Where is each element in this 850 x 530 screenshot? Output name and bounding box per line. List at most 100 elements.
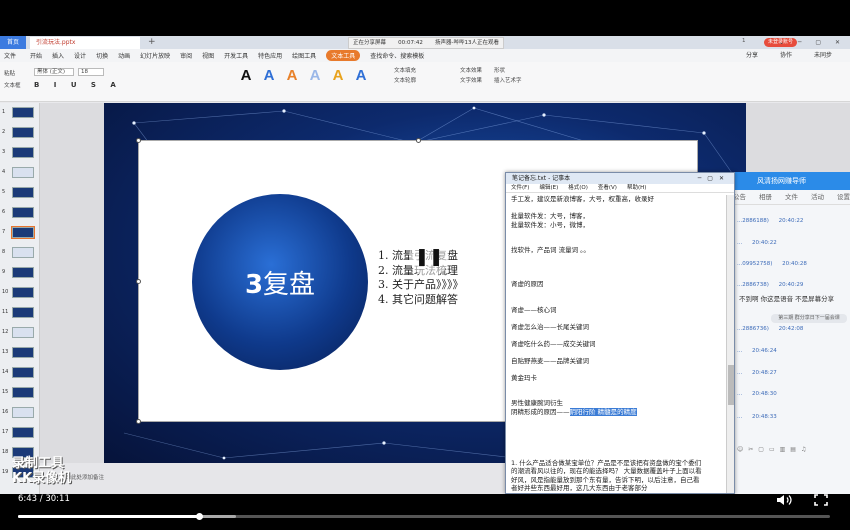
selected-text[interactable]: 阴阳行阶 精髓是的精度 <box>569 407 637 416</box>
slide-thumbnail[interactable] <box>12 287 34 298</box>
notepad-scrollbar[interactable] <box>726 195 734 493</box>
notepad-menu-item[interactable]: 格式(O) <box>568 184 588 192</box>
share-viewers[interactable]: 扬声器-哔哔13人正在观看 <box>435 38 499 48</box>
menu-item[interactable]: 开始 <box>30 51 42 60</box>
search-commands[interactable]: 查找命令、搜索模板 <box>370 51 424 60</box>
chat-user[interactable]: ... <box>737 348 742 354</box>
slide-thumbnail[interactable] <box>12 367 34 378</box>
slide-thumbnail[interactable] <box>12 387 34 398</box>
notepad-line: 肾虚怎么治——长尾关键词 <box>511 322 589 331</box>
text-style-preset[interactable]: A <box>309 67 321 84</box>
text-style-preset[interactable]: A <box>286 67 298 84</box>
share-button[interactable]: 分享 <box>746 49 758 62</box>
chat-user[interactable]: ... <box>737 370 742 376</box>
slide-thumbnail-panel[interactable]: 1 2 3 4 5 6 7 8 9 10 11 12 13 14 15 16 17 18 19 <box>0 103 40 494</box>
menu-item[interactable]: 审阅 <box>180 51 192 60</box>
notepad-menu-item[interactable]: 查看(V) <box>598 184 617 192</box>
fullscreen-icon[interactable] <box>814 494 828 506</box>
slide-thumbnail[interactable] <box>12 267 34 278</box>
tab-album[interactable]: 相册 <box>759 190 772 204</box>
text-effect-button[interactable]: 文本效果 <box>460 66 482 76</box>
tab-document[interactable]: 引流玩法.pptx <box>30 37 140 49</box>
seek-knob[interactable] <box>195 513 203 520</box>
pause-icon[interactable]: ❚❚ <box>409 237 449 277</box>
word-effect-button[interactable]: 文字效果 <box>460 76 482 86</box>
slide-thumbnail[interactable] <box>11 226 35 239</box>
menu-file[interactable]: 文件 <box>4 51 16 60</box>
tab-home[interactable]: 首页 <box>0 36 26 49</box>
text-style-preset[interactable]: A <box>263 67 275 84</box>
resize-handle[interactable] <box>136 419 141 424</box>
font-name-select[interactable]: 黑体 (正文) <box>34 68 74 76</box>
menu-item-active[interactable]: 文本工具 <box>326 50 361 61</box>
slide-thumbnail[interactable] <box>12 107 34 118</box>
paste-button[interactable]: 粘贴 <box>4 68 21 80</box>
slide-thumbnail[interactable] <box>12 307 34 318</box>
slide-thumbnail[interactable] <box>12 147 34 158</box>
chat-user[interactable]: ...2886736) <box>737 326 769 332</box>
notepad-line: 手工发，建议是新浪博客，大号，权重高，收录好 <box>511 195 654 203</box>
resize-handle[interactable] <box>136 138 141 143</box>
notepad-line <box>511 289 723 298</box>
menu-item[interactable]: 开发工具 <box>224 51 248 60</box>
sync-status[interactable]: 未同步 <box>814 49 832 62</box>
menu-item[interactable]: 动画 <box>118 51 130 60</box>
shape-button[interactable]: 形状 <box>494 66 522 76</box>
menu-item[interactable]: 绘图工具 <box>292 51 316 60</box>
menu-item[interactable]: 设计 <box>74 51 86 60</box>
tab-settings[interactable]: 设置 <box>837 190 850 204</box>
chat-input-toolbar[interactable]: ☺✂▢▭▥▤♫ <box>737 446 811 453</box>
seek-bar[interactable] <box>18 513 830 520</box>
video-controls: 6:43 / 30:11 <box>0 494 850 530</box>
text-outline-button[interactable]: 文本轮廓 <box>394 76 416 86</box>
text-style-preset[interactable]: A <box>240 67 252 84</box>
text-style-preset[interactable]: A <box>332 67 344 84</box>
tab-files[interactable]: 文件 <box>785 190 798 204</box>
window-controls[interactable]: ─▢✕ <box>698 173 730 184</box>
slide-thumbnail-number: 4 <box>2 169 6 175</box>
slide-thumbnail[interactable] <box>12 187 34 198</box>
wordart-button[interactable]: 插入艺术字 <box>494 76 522 86</box>
slide-thumbnail[interactable] <box>12 407 34 418</box>
text-style-preset[interactable]: A <box>355 67 367 84</box>
notepad-menu-item[interactable]: 编辑(E) <box>539 184 558 192</box>
slide-thumbnail[interactable] <box>12 167 34 178</box>
slide-thumbnail[interactable] <box>12 127 34 138</box>
volume-icon[interactable] <box>776 494 792 506</box>
chat-user[interactable]: ...2886738) <box>737 282 769 288</box>
new-tab-button[interactable]: + <box>148 36 156 49</box>
textbox-button[interactable]: 文本框 <box>4 80 21 92</box>
slide-thumbnail-number: 6 <box>2 209 6 215</box>
notepad-menu-item[interactable]: 文件(F) <box>511 184 529 192</box>
chat-user[interactable]: ...2886188) <box>737 218 769 224</box>
slide-thumbnail[interactable] <box>12 207 34 218</box>
slide-thumbnail[interactable] <box>12 247 34 258</box>
format-buttons[interactable]: B I U S A <box>34 81 122 89</box>
resize-handle[interactable] <box>136 279 141 284</box>
slide-thumbnail[interactable] <box>12 347 34 358</box>
tab-activity[interactable]: 活动 <box>811 190 824 204</box>
menu-item[interactable]: 特色应用 <box>258 51 282 60</box>
chat-user[interactable]: ... <box>737 391 742 397</box>
slide-thumbnail[interactable] <box>12 327 34 338</box>
notepad-menu-item[interactable]: 帮助(H) <box>627 184 646 192</box>
menu-item[interactable]: 视图 <box>202 51 214 60</box>
slide-thumbnail[interactable] <box>12 427 34 438</box>
menu-item[interactable]: 插入 <box>52 51 64 60</box>
notepad-titlebar[interactable]: 笔记备忘.txt - 记事本 ─▢✕ <box>506 173 734 184</box>
notepad-text-area[interactable]: 手工发，建议是新浪博客，大号，权重高，收录好 批量软件发：大号，博客， 批量软件发… <box>511 195 723 493</box>
window-controls[interactable]: ⌄ ─ ▢ ✕ <box>779 36 846 49</box>
notepad-line <box>511 433 723 442</box>
chat-user[interactable]: ... <box>737 240 742 246</box>
scrollbar-thumb[interactable] <box>728 365 734 405</box>
watermark-line: KK录像机 <box>12 471 72 486</box>
text-fill-button[interactable]: 文本填充 <box>394 66 416 76</box>
collaborate-button[interactable]: 协作 <box>780 49 792 62</box>
chat-user[interactable]: ...09952758) <box>737 261 772 267</box>
menu-item[interactable]: 切换 <box>96 51 108 60</box>
menu-item[interactable]: 幻灯片放映 <box>140 51 170 60</box>
resize-handle[interactable] <box>416 138 421 143</box>
chat-user[interactable]: ... <box>737 414 742 420</box>
chat-time: 20:40:29 <box>778 282 804 288</box>
font-size-select[interactable]: 18 <box>78 68 104 76</box>
